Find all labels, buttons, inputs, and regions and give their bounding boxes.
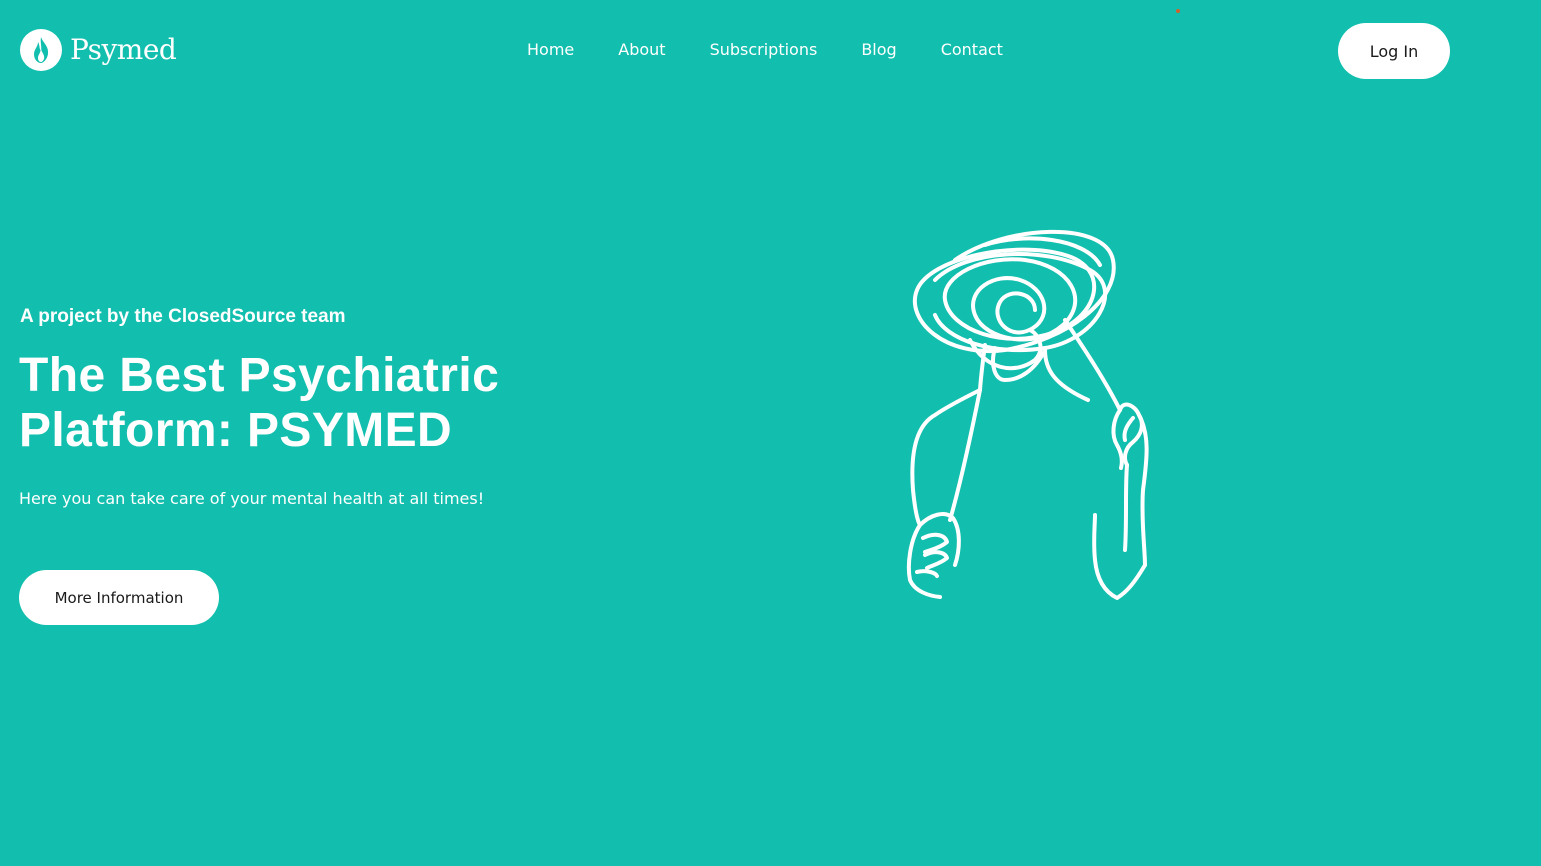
main-nav: Home About Subscriptions Blog Contact: [527, 40, 1003, 60]
nav-item-home[interactable]: Home: [527, 40, 574, 60]
tangled-mind-illustration: [906, 229, 1149, 600]
hero-title-line-2: Platform: PSYMED: [19, 404, 453, 457]
nav-item-blog[interactable]: Blog: [861, 40, 896, 60]
hero-title-line-1: The Best Psychiatric: [19, 349, 500, 402]
more-information-button[interactable]: More Information: [19, 570, 219, 625]
nav-item-contact[interactable]: Contact: [941, 40, 1003, 60]
brand-name: Psymed: [70, 33, 177, 66]
nav-item-subscriptions[interactable]: Subscriptions: [710, 40, 818, 60]
hero-subtitle: Here you can take care of your mental he…: [19, 489, 485, 508]
hero-eyebrow: A project by the ClosedSource team: [20, 306, 346, 327]
nav-item-about[interactable]: About: [618, 40, 665, 60]
login-button[interactable]: Log In: [1338, 23, 1450, 79]
landing-page: Psymed Home About Subscriptions Blog Con…: [0, 0, 1541, 866]
brand-logo[interactable]: Psymed: [20, 29, 177, 71]
hero-title: The Best Psychiatric Platform: PSYMED: [19, 348, 499, 458]
decorative-dot: [1176, 9, 1180, 13]
flame-icon: [20, 29, 62, 71]
